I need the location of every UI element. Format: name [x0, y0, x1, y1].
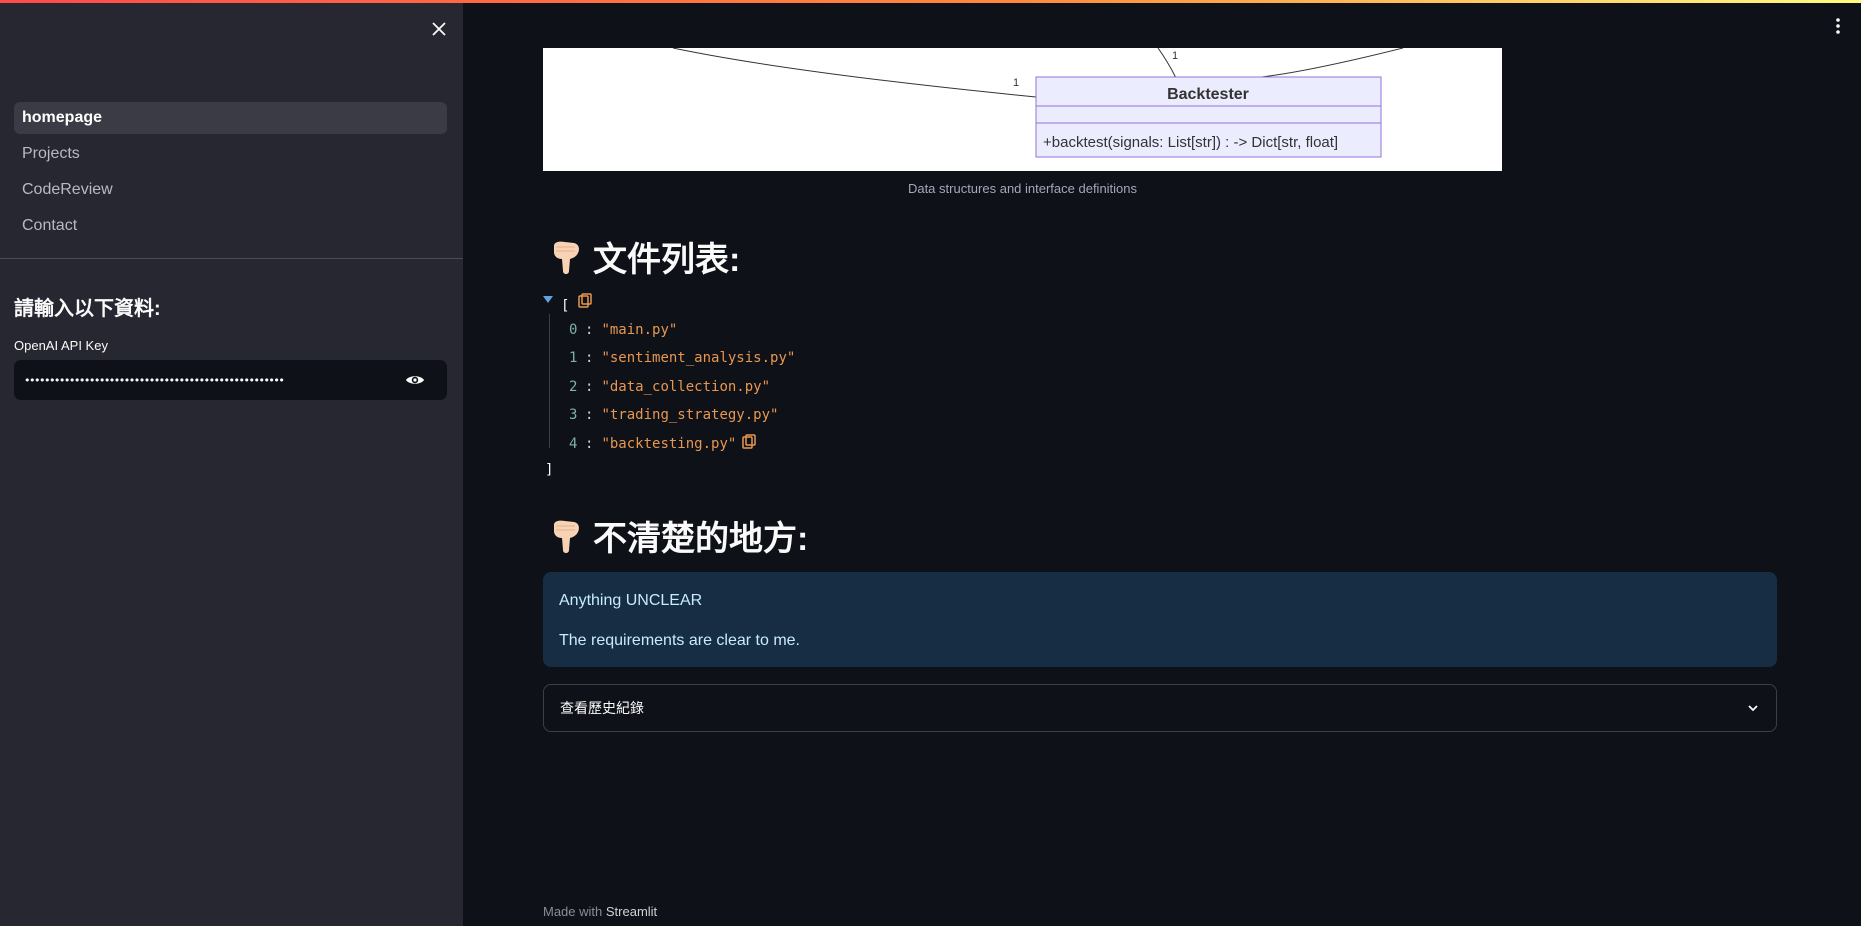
streamlit-link[interactable]: Streamlit — [606, 904, 657, 919]
class-method: +backtest(signals: List[str]) : -> Dict[… — [1043, 134, 1338, 151]
backhand-pointing-down-icon — [554, 520, 579, 553]
close-sidebar-button[interactable] — [428, 18, 450, 40]
json-indent-rail — [549, 314, 550, 448]
json-close-bracket: ] — [545, 462, 554, 478]
multiplicity-left: 1 — [1013, 77, 1019, 89]
main-menu-kebab-icon[interactable] — [1832, 16, 1844, 36]
copy-icon[interactable] — [578, 293, 592, 308]
copy-icon[interactable] — [742, 433, 757, 449]
history-expander-label: 查看歷史紀錄 — [560, 700, 644, 716]
json-item: 3: "trading_strategy.py" — [569, 407, 779, 423]
info-heading: Anything UNCLEAR — [559, 592, 703, 609]
sidebar-item-contact[interactable]: Contact — [14, 210, 447, 242]
top-decoration-bar — [0, 0, 1861, 3]
footer-made-with: Made with — [543, 904, 603, 919]
json-string: "sentiment_analysis.py" — [601, 350, 796, 366]
json-item: 1: "sentiment_analysis.py" — [569, 350, 796, 366]
sidebar-divider — [0, 258, 463, 259]
class-name: Backtester — [1167, 86, 1249, 103]
diagram-caption: Data structures and interface definition… — [907, 181, 1138, 196]
json-item: 2: "data_collection.py" — [569, 379, 771, 395]
json-index: 3 — [569, 407, 578, 423]
sidebar-item-projects[interactable]: Projects — [14, 138, 447, 170]
unclear-info-box: Anything UNCLEAR The requirements are cl… — [543, 572, 1777, 667]
file-list-title-text: 文件列表: — [593, 241, 741, 279]
json-index: 4 — [569, 436, 578, 452]
sidebar-item-codereview[interactable]: CodeReview — [14, 174, 447, 206]
json-item: 0: "main.py" — [569, 322, 678, 338]
unclear-title-text: 不清楚的地方: — [593, 520, 809, 558]
close-icon — [432, 22, 446, 36]
chevron-down-icon — [1748, 705, 1758, 712]
sidebar-nav: homepage Projects CodeReview Contact — [14, 102, 447, 246]
api-key-label: OpenAI API Key — [14, 338, 108, 353]
json-string: "trading_strategy.py" — [601, 407, 779, 423]
show-password-eye-icon[interactable] — [405, 372, 425, 388]
class-diagram-image: 1 1 Backtester +backtest(signals: List[s… — [543, 48, 1502, 171]
class-diagram: 1 1 Backtester +backtest(signals: List[s… — [672, 48, 1404, 158]
json-string: "main.py" — [601, 322, 678, 338]
unclear-title: 不清楚的地方: — [545, 511, 808, 560]
backhand-pointing-down-icon — [554, 241, 579, 274]
json-index: 2 — [569, 379, 578, 395]
json-collapse-toggle-icon[interactable] — [543, 296, 553, 303]
api-key-value: ••••••••••••••••••••••••••••••••••••••••… — [24, 373, 285, 387]
info-text: The requirements are clear to me. — [559, 632, 800, 649]
history-expander[interactable]: 查看歷史紀錄 — [543, 684, 1777, 732]
json-index: 1 — [569, 350, 578, 366]
json-string: "data_collection.py" — [601, 379, 771, 395]
json-string: "backtesting.py" — [601, 436, 737, 452]
footer: Made with Streamlit — [543, 904, 657, 919]
file-list-title: 文件列表: — [545, 232, 740, 281]
api-key-input[interactable]: ••••••••••••••••••••••••••••••••••••••••… — [14, 360, 447, 400]
multiplicity-top: 1 — [1172, 50, 1178, 62]
json-open-bracket: [ — [561, 298, 570, 314]
json-index: 0 — [569, 322, 578, 338]
json-item: 4: "backtesting.py" — [569, 433, 757, 454]
sidebar-heading: 請輸入以下資料: — [14, 298, 161, 320]
sidebar-item-homepage[interactable]: homepage — [14, 102, 447, 134]
sidebar: homepage Projects CodeReview Contact 請輸入… — [0, 3, 463, 926]
